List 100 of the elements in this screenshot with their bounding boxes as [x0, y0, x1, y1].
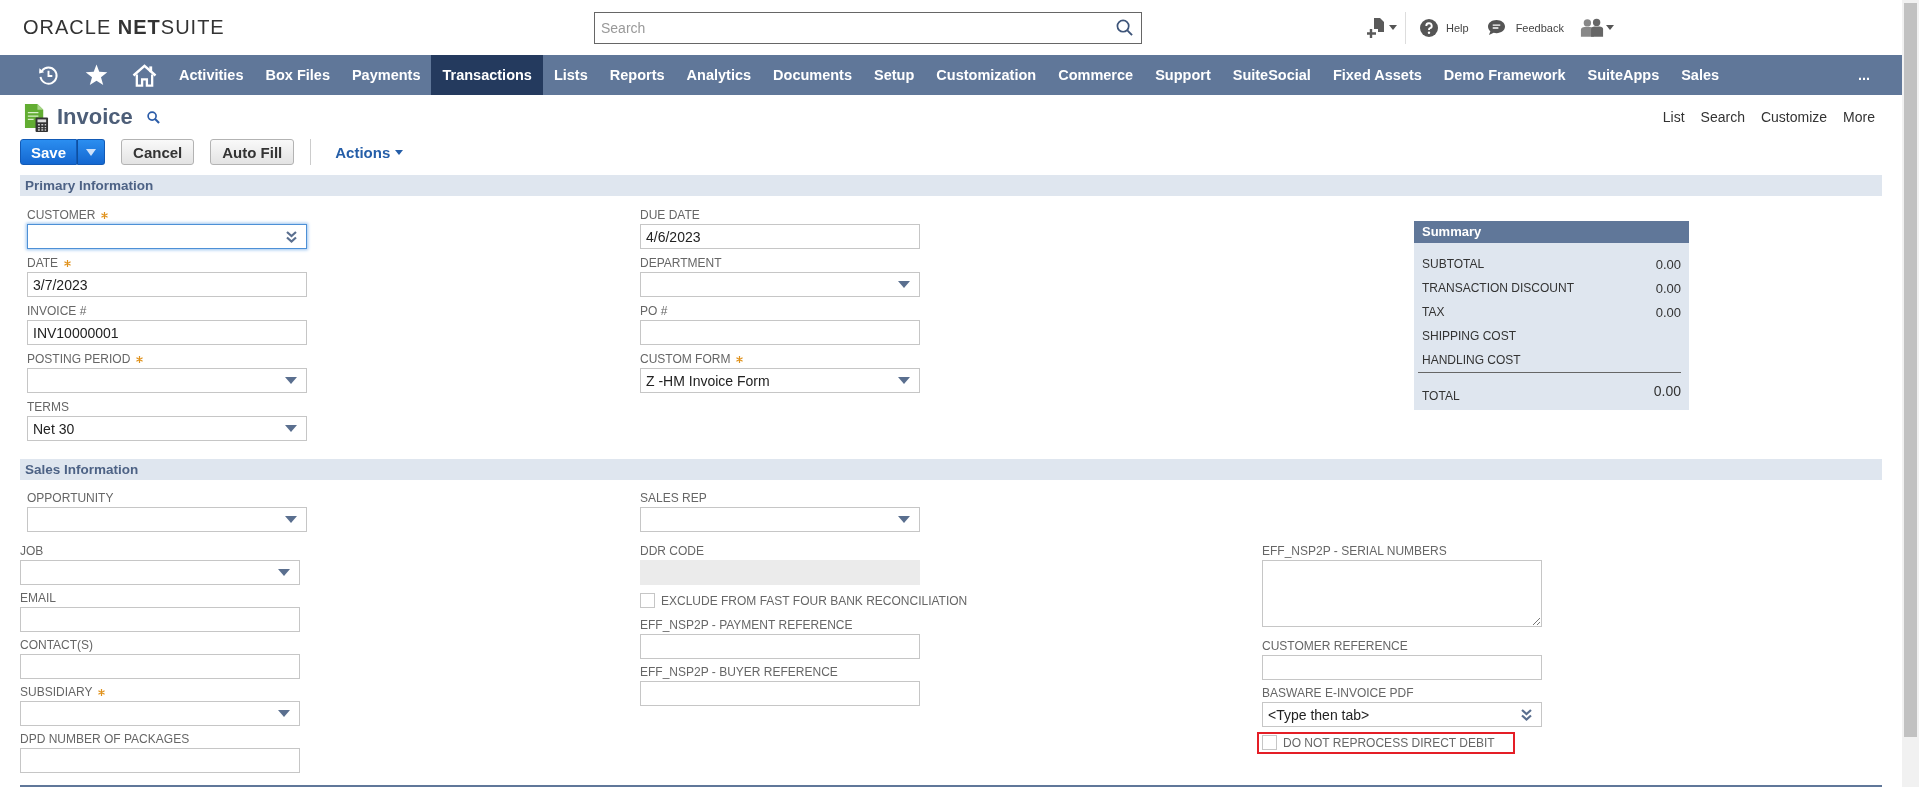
dropdown-field[interactable]: [20, 560, 300, 585]
text-field[interactable]: [1262, 655, 1542, 680]
total-value: 0.00: [1653, 382, 1681, 399]
history-icon[interactable]: [37, 64, 59, 86]
field-label: TERMS: [27, 400, 69, 414]
dropdown-field[interactable]: [640, 507, 920, 532]
summary-value: 0.00: [1655, 256, 1681, 272]
field-label: EFF_NSP2P - SERIAL NUMBERS: [1262, 544, 1447, 558]
toolbar-button[interactable]: Cancel: [121, 139, 195, 165]
document-plus-icon[interactable]: [1367, 16, 1387, 39]
double-chevron-icon: [1521, 708, 1532, 721]
section-header[interactable]: Sales Information: [20, 459, 1882, 480]
text-field[interactable]: [20, 607, 300, 632]
home-icon[interactable]: [131, 63, 157, 87]
caret-icon: [395, 149, 404, 155]
dropdown-field[interactable]: [640, 272, 920, 297]
field-label: EMAIL: [20, 591, 56, 605]
combo-field[interactable]: [27, 224, 307, 249]
summary-label: TAX: [1422, 305, 1445, 319]
dropdown-field[interactable]: [27, 507, 307, 532]
section-header[interactable]: Primary Information: [20, 175, 1882, 196]
search-field[interactable]: Search: [594, 11, 1142, 44]
actions-menu[interactable]: Actions: [333, 139, 406, 165]
text-field[interactable]: [640, 634, 920, 659]
chat-bubble-icon: [1486, 19, 1506, 36]
dropdown-field[interactable]: Z -HM Invoice Form: [640, 368, 920, 393]
field-label: DATE: [27, 256, 59, 270]
scrollbar-track[interactable]: [1902, 0, 1919, 787]
text-field[interactable]: [20, 654, 300, 679]
page-link[interactable]: Search: [1700, 109, 1745, 125]
star-icon[interactable]: [84, 64, 108, 86]
summary-label: SUBTOTAL: [1422, 257, 1485, 271]
text-field[interactable]: INV10000001: [27, 320, 307, 345]
text-field[interactable]: 3/7/2023: [27, 272, 307, 297]
search-icon[interactable]: [146, 110, 160, 124]
feedback-link[interactable]: Feedback: [1486, 19, 1564, 36]
field-label: POSTING PERIOD: [27, 352, 131, 366]
field-label: INVOICE #: [27, 304, 87, 318]
caret-icon: [285, 516, 297, 523]
nav-tab[interactable]: Fixed Assets: [1321, 55, 1433, 95]
field-label: DDR CODE: [640, 544, 704, 558]
field-label: PO #: [640, 304, 668, 318]
scrollbar-thumb[interactable]: [1904, 3, 1917, 737]
nav-tab[interactable]: Activities: [168, 55, 255, 95]
text-field[interactable]: [20, 748, 300, 773]
caret-icon: [1389, 25, 1397, 30]
toolbar-button[interactable]: Auto Fill: [210, 139, 295, 165]
field-label: DUE DATE: [640, 208, 700, 222]
total-label: TOTAL: [1422, 389, 1460, 405]
nav-tab[interactable]: SuiteSocial: [1221, 55, 1322, 95]
combo-field[interactable]: <Type then tab>: [1262, 702, 1542, 727]
page-link[interactable]: More: [1843, 109, 1875, 125]
nav-tab[interactable]: Lists: [542, 55, 599, 95]
dropdown-field[interactable]: Net 30: [27, 416, 307, 441]
caret-icon: [898, 377, 910, 384]
nav-tab[interactable]: Sales: [1670, 55, 1731, 95]
resize-grip-icon[interactable]: [1532, 617, 1540, 625]
nav-tab[interactable]: Reports: [598, 55, 676, 95]
nav-tab[interactable]: Box Files: [254, 55, 341, 95]
caret-icon: [285, 377, 297, 384]
summary-label: SHIPPING COST: [1422, 329, 1516, 343]
caret-icon: [898, 516, 910, 523]
field-label: SUBSIDIARY: [20, 685, 93, 699]
people-icon[interactable]: [1579, 18, 1604, 37]
field-label: JOB: [20, 544, 44, 558]
caret-icon: [86, 148, 97, 156]
search-icon[interactable]: [1116, 19, 1133, 36]
caret-icon: [278, 710, 290, 717]
nav-tab[interactable]: SuiteApps: [1576, 55, 1671, 95]
checkbox[interactable]: [1262, 735, 1277, 750]
help-link[interactable]: Help: [1420, 18, 1469, 37]
nav-tab[interactable]: Customization: [925, 55, 1048, 95]
nav-tab[interactable]: Documents: [762, 55, 863, 95]
summary-value: 0.00: [1655, 304, 1681, 320]
double-chevron-icon: [286, 230, 297, 243]
nav-tab[interactable]: Commerce: [1047, 55, 1145, 95]
nav-tab[interactable]: Payments: [340, 55, 432, 95]
caret-icon: [278, 569, 290, 576]
dropdown-field[interactable]: [20, 701, 300, 726]
checkbox-label: DO NOT REPROCESS DIRECT DEBIT: [1283, 737, 1496, 750]
page-link[interactable]: List: [1662, 109, 1685, 125]
text-field[interactable]: [640, 681, 920, 706]
primary-menu-button[interactable]: [77, 139, 106, 165]
field-label: SALES REP: [640, 491, 707, 505]
primary-button[interactable]: Save: [20, 139, 78, 165]
brand-logo[interactable]: ORACLE NETSUITE: [23, 16, 225, 38]
text-field[interactable]: [640, 320, 920, 345]
more-menu[interactable]: ...: [1846, 55, 1902, 95]
text-field[interactable]: 4/6/2023: [640, 224, 920, 249]
nav-tab[interactable]: Support: [1144, 55, 1222, 95]
dropdown-field[interactable]: [27, 368, 307, 393]
field-label: CONTACT(S): [20, 638, 94, 652]
checkbox[interactable]: [640, 593, 655, 608]
page-link[interactable]: Customize: [1760, 109, 1828, 125]
nav-tab[interactable]: Setup: [863, 55, 926, 95]
checkbox-label: EXCLUDE FROM FAST FOUR BANK RECONCILIATION: [661, 595, 969, 608]
nav-tab[interactable]: Analytics: [675, 55, 763, 95]
nav-tab[interactable]: Transactions: [431, 55, 543, 95]
nav-tab[interactable]: Demo Framework: [1432, 55, 1577, 95]
help-icon: [1420, 18, 1438, 37]
